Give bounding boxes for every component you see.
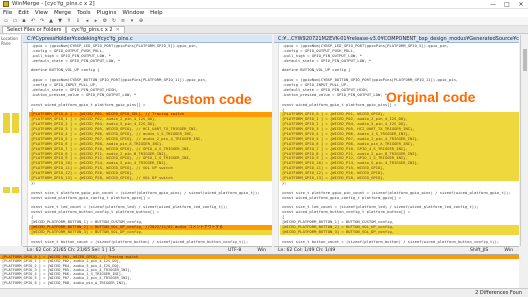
tab-label: Select Files or Folders <box>7 27 62 33</box>
left-encoding: UTF-8 <box>227 248 242 253</box>
location-diff-marker-right[interactable] <box>12 187 19 193</box>
tab-bar: Select Files or Folders cyc'fg_pins.c x … <box>0 26 528 34</box>
right-file-path: C:¥...CYW920721M2EVK-01¥release-v3.0¥COM… <box>274 35 519 43</box>
right-gutter <box>274 43 279 246</box>
options-icon[interactable]: ⚙ <box>101 18 109 25</box>
location-pane-label: Location Pane <box>1 36 18 46</box>
close-tab-icon[interactable]: ✕ <box>116 27 120 33</box>
filter-icon[interactable]: ▾ <box>128 18 136 25</box>
vertical-scrollbar[interactable] <box>520 35 528 246</box>
new-icon[interactable]: ▫ <box>2 18 10 25</box>
left-code-view[interactable]: .gpio = (gpioNum)CYBSP_LED_GPIO_PORT(gpi… <box>29 44 272 246</box>
menu-plugins[interactable]: Plugins <box>97 10 117 16</box>
right-code-view[interactable]: .gpio = (gpioNum)CYBSP_LED_GPIO_PORT(gpi… <box>280 44 519 246</box>
detail-line[interactable]: [PLATFORM_GPIO_6 ] = {WICED_P08, audio_p… <box>0 281 519 285</box>
scrollbar-thumb[interactable] <box>523 49 527 71</box>
menu-help[interactable]: Help <box>150 10 163 16</box>
menu-bar: File Edit View Merge Tools Plugins Windo… <box>0 9 528 17</box>
open-icon[interactable]: ▭ <box>11 18 19 25</box>
location-diff-marker-left[interactable] <box>3 113 10 133</box>
right-encoding: Shift_JIS <box>469 248 489 253</box>
maximize-button[interactable]: □ <box>500 1 514 8</box>
left-file-path: C:¥CypressHolder¥codeking¥cyc'fg_pins.c <box>23 35 272 43</box>
left-eol: Win <box>257 248 266 253</box>
menu-merge[interactable]: Merge <box>54 10 71 16</box>
location-pane[interactable]: Location Pane <box>0 35 22 246</box>
menu-file[interactable]: File <box>3 10 12 16</box>
left-cursor-position: Ln: 62 Col: 21/65 Ch: 21/65 Sel: 1 | 15 <box>27 248 115 253</box>
undo-icon[interactable]: ↶ <box>29 18 37 25</box>
left-gutter <box>23 43 28 246</box>
toolbar: ▫ ▭ ▪ ↶ ↷ ▲ ▼ ⇑ ⇓ ◂ ▸ ⚙ ↻ ≡ ▾ ⊕ <box>0 17 528 26</box>
menu-view[interactable]: View <box>35 10 48 16</box>
copy-right-icon[interactable]: ▸ <box>92 18 100 25</box>
custom-code-annotation: Custom code <box>163 91 252 107</box>
prev-diff-icon[interactable]: ▲ <box>47 18 55 25</box>
original-code-annotation: Original code <box>386 89 476 105</box>
minimize-button[interactable]: — <box>486 1 500 8</box>
location-diff-marker-right[interactable] <box>12 113 19 133</box>
menu-edit[interactable]: Edit <box>18 10 29 16</box>
zoom-icon[interactable]: ⊕ <box>137 18 145 25</box>
copy-left-icon[interactable]: ◂ <box>83 18 91 25</box>
save-icon[interactable]: ▪ <box>20 18 28 25</box>
redo-icon[interactable]: ↷ <box>38 18 46 25</box>
diff-detail-pane[interactable]: [PLATFORM_GPIO_0 ] = {WICED_P01, WICED_G… <box>0 254 519 288</box>
refresh-icon[interactable]: ↻ <box>110 18 118 25</box>
right-eol: Win <box>504 248 513 253</box>
first-diff-icon[interactable]: ⇑ <box>65 18 73 25</box>
code-line[interactable]: const size_t button_count = (sizeof(plat… <box>29 240 272 245</box>
left-status-bar: Ln: 62 Col: 21/65 Ch: 21/65 Sel: 1 | 15 … <box>23 246 272 254</box>
tab-select-files[interactable]: Select Files or Folders <box>2 26 67 33</box>
winmerge-logo-icon <box>3 1 9 7</box>
right-status-bar: Ln: 62 Col: 1/49 Ch: 1/49 Shift_JIS Win <box>274 246 519 254</box>
menu-window[interactable]: Window <box>122 10 144 16</box>
tab-label: cyc'fg_pins.c x 2 <box>71 27 113 33</box>
code-line[interactable]: const size_t button_count = (sizeof(plat… <box>280 240 519 245</box>
differences-count: 2 Differences Foun <box>475 290 522 296</box>
next-diff-icon[interactable]: ▼ <box>56 18 64 25</box>
menu-tools[interactable]: Tools <box>77 10 91 16</box>
title-bar: WinMerge - [cyc'fg_pins.c x 2] — □ ✕ <box>0 0 528 9</box>
left-compare-pane[interactable]: C:¥CypressHolder¥codeking¥cyc'fg_pins.c … <box>23 35 272 246</box>
window-title: WinMerge - [cyc'fg_pins.c x 2] <box>12 1 95 7</box>
right-cursor-position: Ln: 62 Col: 1/49 Ch: 1/49 <box>278 248 336 253</box>
compare-icon[interactable]: ≡ <box>119 18 127 25</box>
right-compare-pane[interactable]: C:¥...CYW920721M2EVK-01¥release-v3.0¥COM… <box>274 35 519 246</box>
app-status-bar: 2 Differences Foun <box>0 288 528 297</box>
close-button[interactable]: ✕ <box>514 1 528 8</box>
last-diff-icon[interactable]: ⇓ <box>74 18 82 25</box>
location-diff-marker-left[interactable] <box>3 187 10 193</box>
tab-file-compare[interactable]: cyc'fg_pins.c x 2 ✕ <box>66 26 125 33</box>
